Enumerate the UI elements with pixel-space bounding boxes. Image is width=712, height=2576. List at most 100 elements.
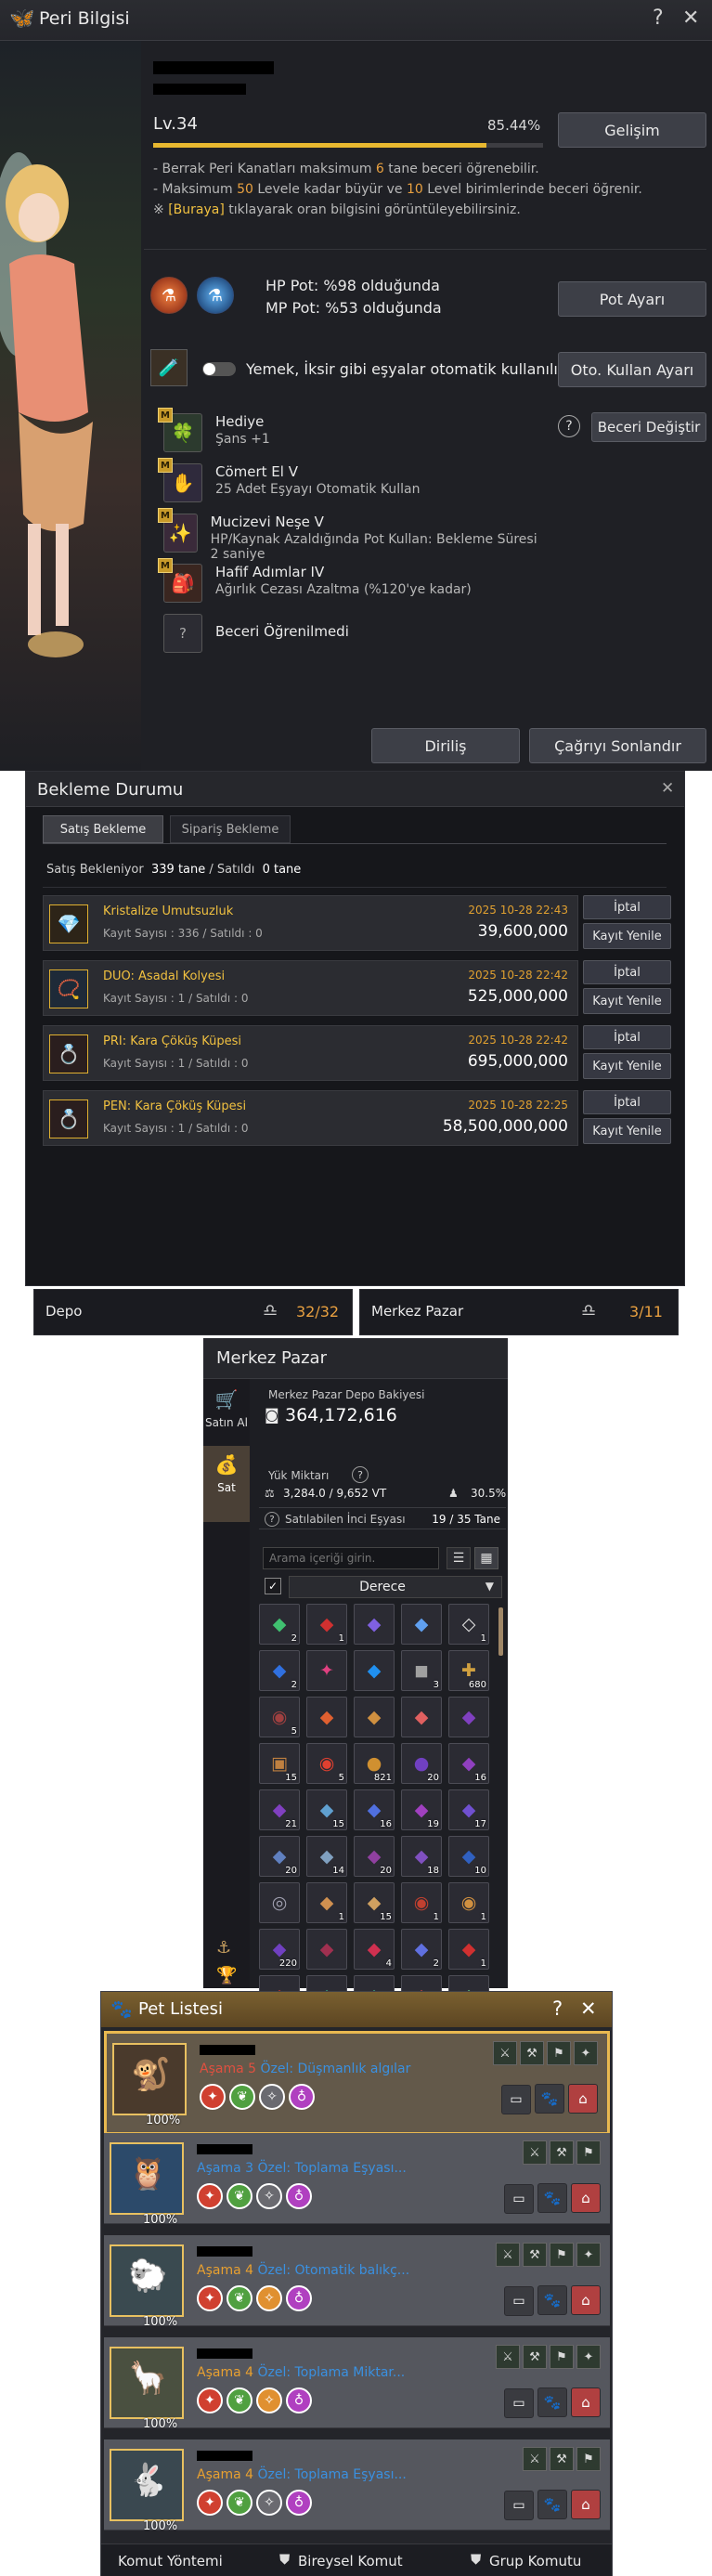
item-slot[interactable]: ◆ <box>401 1604 442 1645</box>
trophy-icon[interactable]: 🏆 <box>216 1966 237 1985</box>
mp-potion-icon[interactable]: ⚗ <box>197 277 234 314</box>
item-slot[interactable]: ◆ 16 <box>448 1743 489 1784</box>
pet-feed-icon[interactable]: ▭ <box>501 2085 531 2114</box>
sort-dropdown[interactable]: Derece ▼ <box>289 1576 502 1598</box>
gelisim-button[interactable]: Gelişim <box>558 112 706 148</box>
help-icon[interactable]: ? <box>352 1466 369 1483</box>
group-command-button[interactable]: Grup Komutu <box>489 2553 581 2569</box>
item-slot[interactable]: ◆ 20 <box>354 1836 395 1877</box>
skill-item[interactable]: 🍀 M Hediye Şans +1 <box>158 408 544 463</box>
revive-button[interactable]: Diriliş <box>371 728 520 763</box>
pet-dismiss-icon[interactable]: ⌂ <box>568 2084 598 2114</box>
tab-order-pending[interactable]: Sipariş Bekleme <box>170 815 291 843</box>
central-market-bar[interactable]: Merkez Pazar ♎ 3/11 <box>359 1289 679 1335</box>
item-slot[interactable]: ◆ 19 <box>401 1789 442 1830</box>
tab-buy[interactable]: 🛒 Satın Al <box>203 1388 250 1446</box>
pet-feed-icon[interactable]: ▭ <box>504 2388 534 2418</box>
item-slot[interactable]: ◆ 14 <box>306 1836 347 1877</box>
item-slot[interactable]: ◆ <box>401 1697 442 1737</box>
pet-feed-icon[interactable]: ▭ <box>504 2286 534 2316</box>
item-slot[interactable]: ◆ <box>306 1929 347 1970</box>
close-icon[interactable]: ✕ <box>580 1997 597 2020</box>
item-slot[interactable]: ◆ <box>354 1697 395 1737</box>
grid-view-icon[interactable]: ▦ <box>474 1547 498 1569</box>
item-slot[interactable]: ◆ <box>306 1697 347 1737</box>
item-slot[interactable]: ◆ <box>354 1650 395 1691</box>
individual-command-button[interactable]: Bireysel Komut <box>298 2553 403 2569</box>
item-slot[interactable]: ◆ <box>354 1604 395 1645</box>
item-slot[interactable]: ◆ 15 <box>354 1882 395 1923</box>
item-slot[interactable]: ◆ 1 <box>306 1604 347 1645</box>
pet-paw-icon[interactable]: 🐾 <box>537 2387 567 2417</box>
help-icon[interactable]: ? <box>653 7 664 30</box>
bekleme-titlebar[interactable]: Bekleme Durumu ✕ <box>26 772 684 807</box>
item-slot[interactable]: ◉ 1 <box>448 1882 489 1923</box>
market-titlebar[interactable]: Merkez Pazar <box>203 1338 508 1379</box>
tab-sell-pending[interactable]: Satış Bekleme <box>43 815 163 843</box>
pet-titlebar[interactable]: 🐾 Pet Listesi ? ✕ <box>101 1992 612 2027</box>
pet-dismiss-icon[interactable]: ⌂ <box>571 2183 601 2213</box>
depo-bar[interactable]: Depo ♎ 32/32 <box>33 1289 353 1335</box>
skill-item[interactable]: ? Beceri Öğrenilmedi <box>163 614 544 664</box>
cancel-button[interactable]: İptal <box>583 1025 671 1049</box>
skill-item[interactable]: 🎒 M Hafif Adımlar IV Ağırlık Cezası Azalt… <box>158 558 544 614</box>
scrollbar-thumb[interactable] <box>498 1607 503 1656</box>
pet-card[interactable]: 🐇 100% Aşama 4 Özel: Toplama Eşyası... ✦ ❦ ✧ ♁… <box>104 2439 610 2533</box>
hp-potion-icon[interactable]: ⚗ <box>150 277 188 314</box>
anchor-icon[interactable]: ⚓ <box>216 1938 231 1958</box>
item-slot[interactable]: ◆2 <box>259 1650 300 1691</box>
pet-card[interactable]: 🐑 100% Aşama 4 Özel: Otomatik balıkç... ✦ ❦ ✧… <box>104 2235 610 2329</box>
select-checkbox[interactable]: ✓ <box>265 1578 281 1594</box>
item-slot[interactable]: ◇ 1 <box>448 1604 489 1645</box>
list-view-icon[interactable]: ☰ <box>447 1547 471 1569</box>
item-slot[interactable]: ● 821 <box>354 1743 395 1784</box>
search-input[interactable] <box>263 1547 439 1569</box>
close-icon[interactable]: ✕ <box>661 779 674 798</box>
skill-item[interactable]: ✋ M Cömert El V 25 Adet Eşyayı Otomatik K… <box>158 458 544 514</box>
end-summon-button[interactable]: Çağrıyı Sonlandır <box>529 728 706 763</box>
item-slot[interactable]: ◎ <box>259 1882 300 1923</box>
pet-feed-icon[interactable]: ▭ <box>504 2184 534 2214</box>
pet-dismiss-icon[interactable]: ⌂ <box>571 2387 601 2417</box>
skill-item[interactable]: ✨ M Mucizevi Neşe V HP/Kaynak Azaldığında… <box>158 508 544 564</box>
order-row[interactable]: 💍 PRI: Kara Çöküş Küpesi Kayıt Sayısı : … <box>43 1025 578 1081</box>
pot-settings-button[interactable]: Pot Ayarı <box>558 281 706 317</box>
renew-button[interactable]: Kayıt Yenile <box>583 923 671 949</box>
cancel-button[interactable]: İptal <box>583 895 671 919</box>
renew-button[interactable]: Kayıt Yenile <box>583 1053 671 1079</box>
close-icon[interactable]: ✕ <box>682 7 699 30</box>
order-row[interactable]: 💍 PEN: Kara Çöküş Küpesi Kayıt Sayısı : … <box>43 1090 578 1146</box>
auto-use-settings-button[interactable]: Oto. Kullan Ayarı <box>558 352 706 387</box>
item-slot[interactable]: ◉ 1 <box>401 1882 442 1923</box>
item-slot[interactable]: ✚ 680 <box>448 1650 489 1691</box>
pet-feed-icon[interactable]: ▭ <box>504 2491 534 2520</box>
pet-paw-icon[interactable]: 🐾 <box>535 2084 564 2114</box>
pet-card[interactable]: 🐒 100% Aşama 5 Özel: Düşmanlık algılar ✦ ❦ ✧ ♁… <box>104 2031 610 2135</box>
item-slot[interactable]: ◆ 220 <box>259 1929 300 1970</box>
item-slot[interactable]: ◆ 20 <box>259 1836 300 1877</box>
item-slot[interactable]: ◆ 15 <box>306 1789 347 1830</box>
pet-dismiss-icon[interactable]: ⌂ <box>571 2285 601 2315</box>
order-row[interactable]: 💎 Kristalize Umutsuzluk Kayıt Sayısı : 3… <box>43 895 578 951</box>
skill-change-button[interactable]: Beceri Değiştir <box>591 412 706 442</box>
item-slot[interactable]: ◆ 18 <box>401 1836 442 1877</box>
cancel-button[interactable]: İptal <box>583 1090 671 1114</box>
item-slot[interactable]: ◆2 <box>401 1929 442 1970</box>
item-slot[interactable]: ◆ 1 <box>448 1929 489 1970</box>
item-slot[interactable]: ◆2 <box>259 1604 300 1645</box>
item-slot[interactable]: ◉ 5 <box>306 1743 347 1784</box>
item-slot[interactable]: ✦ <box>306 1650 347 1691</box>
item-slot[interactable]: ◆ 21 <box>259 1789 300 1830</box>
renew-button[interactable]: Kayıt Yenile <box>583 1118 671 1144</box>
item-slot[interactable]: ◆ 1 <box>306 1882 347 1923</box>
item-slot[interactable]: ◉ 5 <box>259 1697 300 1737</box>
item-slot[interactable]: ▣ 15 <box>259 1743 300 1784</box>
pet-paw-icon[interactable]: 🐾 <box>537 2285 567 2315</box>
pet-card[interactable]: 🦉 100% Aşama 3 Özel: Toplama Eşyası... ✦ ❦ ✧ ♁… <box>104 2133 610 2227</box>
pet-paw-icon[interactable]: 🐾 <box>537 2183 567 2213</box>
renew-button[interactable]: Kayıt Yenile <box>583 988 671 1014</box>
auto-use-toggle[interactable] <box>202 362 236 376</box>
rate-info-link[interactable]: [Buraya] <box>168 202 225 217</box>
pet-dismiss-icon[interactable]: ⌂ <box>571 2490 601 2519</box>
order-row[interactable]: 📿 DUO: Asadal Kolyesi Kayıt Sayısı : 1 /… <box>43 960 578 1016</box>
